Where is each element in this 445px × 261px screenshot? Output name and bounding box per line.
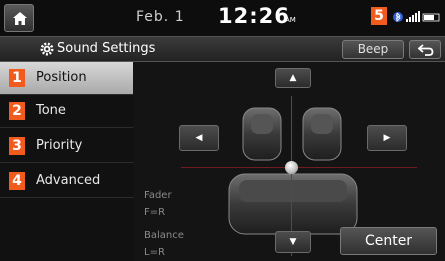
center-button[interactable]: Center [340,227,437,255]
gear-icon [40,42,54,56]
home-button[interactable] [4,4,34,32]
right-arrow-icon: ▶ [383,133,391,143]
fader-label: Fader [144,190,172,201]
callout-badge-1: 1 [9,69,25,87]
clock-time: 12:26 [218,4,290,28]
clock-ampm: AM [285,16,296,24]
callout-badge-4: 4 [9,172,25,190]
balance-value: L=R [144,247,165,258]
balance-left-button[interactable]: ◀ [179,125,219,151]
screen: Feb. 1 12:26 AM 5 Sound Settings Beep 1 … [0,0,445,261]
menu-item-priority[interactable]: 3 Priority [0,130,133,163]
callout-badge-5: 5 [371,7,387,25]
menu-item-label: Priority [36,138,83,153]
sidebar-menu: 1 Position 2 Tone 3 Priority 4 Advanced [0,62,133,261]
beep-button[interactable]: Beep [342,40,404,59]
up-arrow-icon: ▲ [289,73,297,83]
menu-item-tone[interactable]: 2 Tone [0,95,133,128]
crosshair-horizontal [181,167,417,168]
fader-up-button[interactable]: ▲ [275,68,311,88]
back-arrow-icon [418,44,434,56]
balance-fader-position-dot[interactable] [285,161,298,174]
callout-badge-2: 2 [9,102,25,120]
home-icon [13,12,27,25]
title-bar: Sound Settings Beep [0,36,445,62]
status-bar: Feb. 1 12:26 AM 5 [0,0,445,36]
balance-right-button[interactable]: ▶ [367,125,407,151]
bluetooth-signal-icon [393,11,440,23]
back-button[interactable] [409,40,441,59]
menu-item-position[interactable]: 1 Position [0,62,133,95]
menu-item-label: Advanced [36,173,101,188]
menu-item-label: Tone [36,103,66,118]
down-arrow-icon: ▼ [289,237,297,247]
fader-value: F=R [144,207,166,218]
date-label: Feb. 1 [136,9,185,25]
menu-item-label: Position [36,70,87,85]
callout-badge-3: 3 [9,137,25,155]
status-icons [392,9,442,28]
left-arrow-icon: ◀ [195,133,203,143]
fader-down-button[interactable]: ▼ [275,231,311,253]
balance-label: Balance [144,230,184,241]
position-panel: ▲ ▼ ◀ ▶ Fader F=R Balance L=R Center [133,62,445,261]
page-title: Sound Settings [57,41,156,56]
menu-item-advanced[interactable]: 4 Advanced [0,165,133,198]
